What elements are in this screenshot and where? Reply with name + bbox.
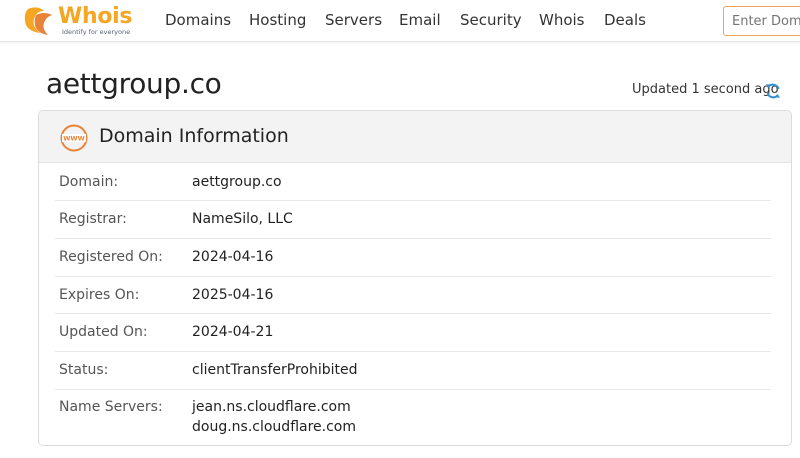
row-label: Registrar:: [59, 211, 127, 227]
row-value: doug.ns.cloudflare.com: [192, 419, 357, 435]
info-row-status: Status: clientTransferProhibited: [55, 352, 771, 390]
info-row-name-servers: Name Servers: jean.ns.cloudflare.com dou…: [55, 390, 771, 445]
row-label: Domain:: [59, 174, 119, 190]
card-title: Domain Information: [99, 125, 289, 147]
info-row-expires-on: Expires On: 2025-04-16: [55, 277, 771, 314]
top-navbar: Whois Identify for everyone Domains Host…: [0, 0, 800, 42]
page-title: aettgroup.co: [46, 67, 222, 100]
logo-flame-icon: [24, 7, 52, 35]
row-label: Updated On:: [59, 324, 148, 340]
row-value: clientTransferProhibited: [192, 362, 358, 378]
nav-servers[interactable]: Servers: [325, 11, 382, 29]
info-row-registrar: Registrar: NameSilo, LLC: [55, 201, 771, 239]
info-row-registered-on: Registered On: 2024-04-16: [55, 239, 771, 277]
nav-hosting[interactable]: Hosting: [249, 11, 306, 29]
nav-domains[interactable]: Domains: [165, 11, 231, 29]
www-icon: WWW: [60, 124, 88, 152]
logo-tagline: Identify for everyone: [62, 28, 131, 36]
nav-deals[interactable]: Deals: [604, 11, 646, 29]
domain-search-input[interactable]: [723, 6, 800, 36]
refresh-icon[interactable]: [764, 82, 782, 100]
info-row-updated-on: Updated On: 2024-04-21: [55, 314, 771, 352]
row-label: Expires On:: [59, 287, 140, 303]
row-label: Name Servers:: [59, 399, 163, 415]
logo-text: Whois: [58, 4, 133, 29]
nav-security[interactable]: Security: [460, 11, 522, 29]
row-value: 2025-04-16: [192, 287, 274, 303]
updated-timestamp: Updated 1 second ago: [632, 82, 779, 97]
info-row-domain: Domain: aettgroup.co: [55, 164, 771, 201]
row-label: Registered On:: [59, 249, 163, 265]
card-header: WWW Domain Information: [39, 111, 791, 163]
nav-email[interactable]: Email: [399, 11, 441, 29]
row-value: aettgroup.co: [192, 174, 282, 190]
row-value: jean.ns.cloudflare.com: [192, 399, 351, 415]
nav-whois[interactable]: Whois: [539, 11, 585, 29]
svg-text:WWW: WWW: [63, 135, 85, 143]
row-label: Status:: [59, 362, 109, 378]
row-value: NameSilo, LLC: [192, 211, 293, 227]
row-value: 2024-04-16: [192, 249, 274, 265]
domain-information-card: WWW Domain Information Domain: aettgroup…: [38, 110, 792, 446]
whois-logo[interactable]: Whois Identify for everyone: [22, 4, 142, 38]
row-value: 2024-04-21: [192, 324, 274, 340]
